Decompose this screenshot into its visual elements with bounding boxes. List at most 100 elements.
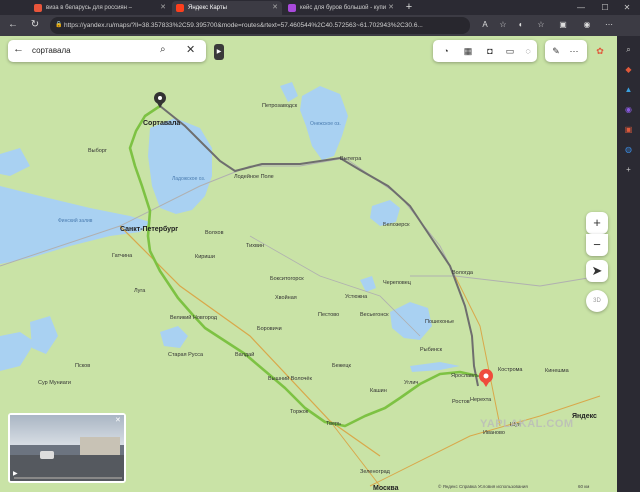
city-label[interactable]: Устюжна (345, 294, 367, 300)
tab-label: Яндекс Карты (188, 5, 227, 11)
video-preview[interactable]: ▶ ✕ (8, 413, 126, 483)
city-label[interactable]: Старая Русса (168, 352, 203, 358)
close-icon[interactable]: ✕ (272, 1, 278, 15)
city-label[interactable]: Череповец (383, 280, 411, 286)
city-label[interactable]: Пестово (318, 312, 339, 318)
games-icon[interactable]: ◉ (623, 104, 634, 115)
search-input[interactable]: сортавала (32, 46, 71, 55)
city-label[interactable]: Рыбинск (420, 347, 442, 353)
outlook-icon[interactable]: ◍ (623, 144, 634, 155)
city-label[interactable]: Нерехта (470, 397, 491, 403)
reload-button[interactable]: ↻ (28, 18, 42, 32)
city-label[interactable]: Волхов (205, 230, 224, 236)
locate-me-button[interactable]: ➤ (586, 260, 608, 282)
city-label[interactable]: Вологда (452, 270, 473, 276)
maximize-button[interactable]: ☐ (594, 0, 616, 15)
tab-favicon (34, 4, 42, 12)
city-label[interactable]: Иваново (483, 430, 505, 436)
city-label[interactable]: Псков (75, 363, 90, 369)
city-label[interactable]: Луга (134, 288, 145, 294)
city-label[interactable]: Тверь (326, 421, 341, 427)
city-label[interactable]: Тихвин (246, 243, 264, 249)
city-label[interactable]: Москва (373, 485, 399, 492)
close-icon[interactable]: ✕ (160, 1, 166, 15)
city-label[interactable]: Боровичи (257, 326, 282, 332)
close-window-button[interactable]: ✕ (616, 0, 638, 15)
city-label[interactable]: Лодейное Поле (234, 174, 274, 180)
collapse-panel-button[interactable]: ▶ (214, 44, 224, 60)
city-label[interactable]: Санкт-Петербург (120, 226, 178, 233)
ruler-icon[interactable]: ✎ (549, 44, 563, 58)
search-icon[interactable]: ⌕ (623, 44, 634, 55)
camera-icon[interactable]: ◘ (483, 44, 497, 58)
favorites-icon[interactable]: ☆ (534, 18, 548, 32)
video-car (40, 451, 54, 459)
tab-favicon (176, 4, 184, 12)
shopping-icon[interactable]: ◆ (623, 64, 634, 75)
tab-yandex-maps[interactable]: Яндекс Карты ✕ (172, 1, 282, 15)
map-toolbar-2: ✎ ⋯ (545, 40, 587, 62)
city-label[interactable]: Петрозаводск (262, 103, 297, 109)
city-label[interactable]: Выборг (88, 148, 107, 154)
search-icon[interactable]: ⌕ (160, 44, 166, 55)
zoom-out-button[interactable]: − (586, 234, 608, 256)
clear-icon[interactable]: ✕ (186, 43, 195, 56)
extension-icon[interactable]: ◐ (514, 18, 528, 32)
profile-icon[interactable]: ◉ (580, 18, 594, 32)
city-label[interactable]: Вышний Волочёк (268, 376, 312, 382)
city-label[interactable]: Белозерск (383, 222, 410, 228)
traffic-icon[interactable]: ◌ (521, 44, 535, 58)
city-label[interactable]: Углич (404, 380, 418, 386)
read-aloud-icon[interactable]: A (478, 18, 492, 32)
url-field[interactable]: 🔒 https://yandex.ru/maps/?ll=38.357833%2… (50, 17, 470, 34)
play-icon[interactable]: ▶ (13, 470, 18, 477)
more-icon[interactable]: ⋯ (567, 44, 581, 58)
city-label[interactable]: Великий Новгород (170, 315, 217, 321)
city-label[interactable]: Кинешма (545, 368, 569, 374)
video-progress-bar[interactable] (14, 477, 122, 479)
add-icon[interactable]: + (623, 164, 634, 175)
tools-icon[interactable]: ▲ (623, 84, 634, 95)
panorama-icon[interactable]: ▦ (461, 44, 475, 58)
bookmark-star-icon[interactable]: ☆ (496, 18, 510, 32)
transit-icon[interactable]: ▭ (503, 44, 517, 58)
minimize-button[interactable]: — (570, 0, 592, 15)
layers-icon[interactable]: ◔ (439, 44, 453, 58)
city-label[interactable]: Бокситогорск (270, 276, 304, 282)
start-pin (154, 92, 166, 108)
city-label[interactable]: Пошехонье (425, 319, 454, 325)
collections-icon[interactable]: ▣ (556, 18, 570, 32)
city-label[interactable]: Весьегонск (360, 312, 389, 318)
office-icon[interactable]: ▣ (623, 124, 634, 135)
map-canvas[interactable]: Сортавала Санкт-Петербург Нерехта Петрозаво… (0, 36, 617, 492)
city-label[interactable]: Кашин (370, 388, 387, 394)
city-label[interactable]: Зеленоград (360, 469, 390, 475)
city-label[interactable]: Хвойная (275, 295, 297, 301)
city-label[interactable]: Сур Муниаги (38, 380, 71, 386)
city-label[interactable]: Торжок (290, 409, 308, 415)
zoom-in-button[interactable]: + (586, 212, 608, 234)
city-label[interactable]: Ростов (452, 399, 470, 405)
city-label[interactable]: Гатчина (112, 253, 132, 259)
close-icon[interactable]: ✕ (388, 1, 394, 15)
city-label[interactable]: Кострома (498, 367, 523, 373)
back-arrow-icon[interactable]: ← (13, 43, 24, 55)
3d-toggle-button[interactable]: 3D (586, 290, 608, 312)
city-label[interactable]: Валдай (235, 352, 254, 358)
close-icon[interactable]: ✕ (115, 416, 121, 424)
user-avatar-icon[interactable]: ✿ (593, 44, 607, 58)
tab-visa[interactable]: визa в беларусь для россиян – ✕ (30, 1, 170, 15)
city-label[interactable]: Кириши (195, 254, 215, 260)
watermark: YAPLAKAL.COM (480, 418, 574, 430)
search-box[interactable]: ← сортавала ⌕ ✕ (8, 40, 206, 62)
city-label[interactable]: Сортавала (143, 120, 180, 127)
tab-label: визa в беларусь для россиян – (46, 5, 132, 11)
lock-icon: 🔒 (55, 22, 63, 28)
city-label[interactable]: Ярославль (451, 373, 479, 379)
new-tab-button[interactable]: + (402, 1, 416, 14)
city-label[interactable]: Вытегра (340, 156, 361, 162)
back-button[interactable]: ← (6, 18, 20, 32)
tab-case[interactable]: кейс для буров большой - купи ✕ (284, 1, 398, 15)
settings-more-icon[interactable]: ⋯ (602, 18, 616, 32)
city-label[interactable]: Бежецк (332, 363, 351, 369)
